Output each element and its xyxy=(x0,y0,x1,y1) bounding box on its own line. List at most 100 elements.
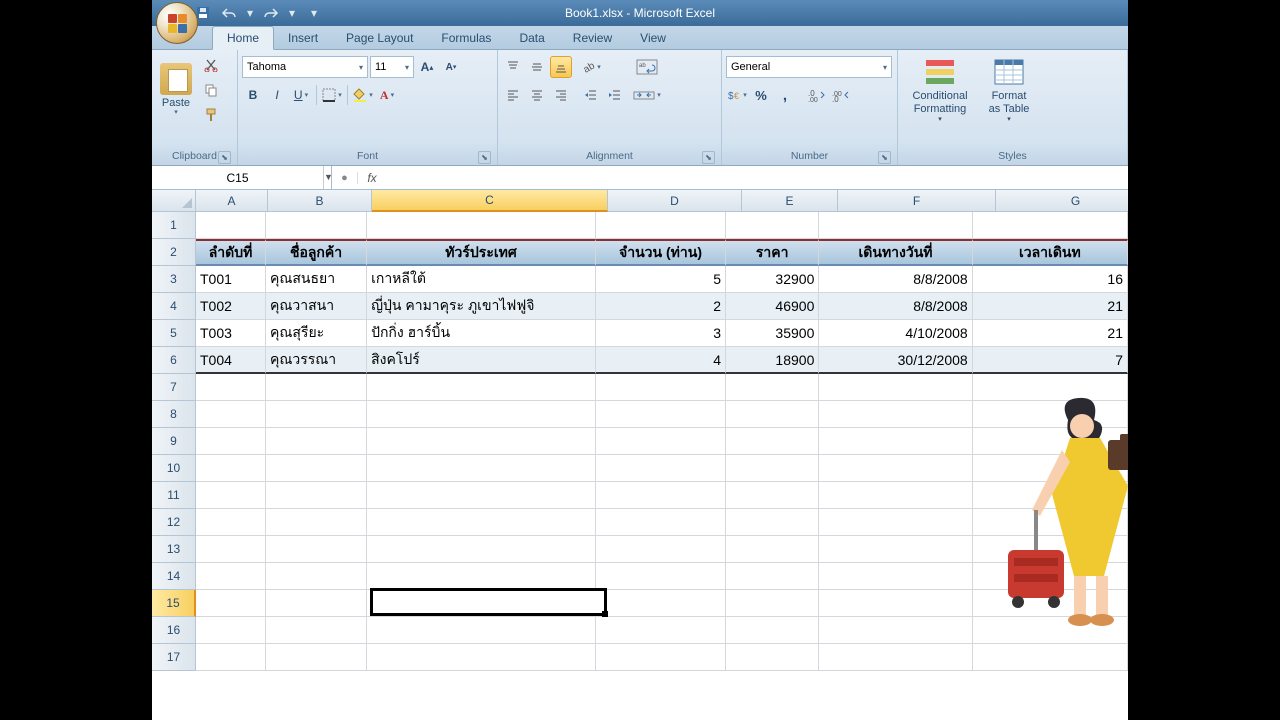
row-header[interactable]: 11 xyxy=(152,482,196,509)
cell[interactable]: 35900 xyxy=(726,320,819,347)
cell[interactable]: 2 xyxy=(596,293,726,320)
cell[interactable] xyxy=(367,509,596,536)
cell[interactable] xyxy=(367,482,596,509)
cell[interactable]: ญี่ปุ่น คามาคุระ ภูเขาไฟฟูจิ xyxy=(367,293,596,320)
cell[interactable] xyxy=(973,536,1128,563)
cell[interactable] xyxy=(973,212,1128,239)
row-header[interactable]: 14 xyxy=(152,563,196,590)
cell[interactable] xyxy=(819,374,972,401)
tab-view[interactable]: View xyxy=(626,27,680,49)
cell[interactable] xyxy=(726,455,819,482)
tab-review[interactable]: Review xyxy=(559,27,626,49)
cell[interactable]: 3 xyxy=(596,320,726,347)
cell[interactable] xyxy=(266,374,367,401)
shrink-font-icon[interactable]: A▾ xyxy=(440,56,462,78)
fill-color-icon[interactable] xyxy=(352,84,374,106)
cell[interactable] xyxy=(266,509,367,536)
cell[interactable] xyxy=(726,428,819,455)
font-size-select[interactable]: 11▾ xyxy=(370,56,414,78)
cell[interactable] xyxy=(819,536,972,563)
col-header-C[interactable]: C xyxy=(372,190,608,212)
row-header[interactable]: 6 xyxy=(152,347,196,374)
cell[interactable] xyxy=(973,401,1128,428)
cell[interactable] xyxy=(196,536,266,563)
office-button[interactable] xyxy=(156,2,198,44)
cell[interactable] xyxy=(819,401,972,428)
cell[interactable]: คุณวรรณา xyxy=(266,347,367,374)
tab-home[interactable]: Home xyxy=(212,26,274,50)
col-header-A[interactable]: A xyxy=(196,190,268,212)
cell[interactable] xyxy=(367,590,596,617)
cell[interactable] xyxy=(726,374,819,401)
formula-input[interactable] xyxy=(386,171,1128,185)
cell[interactable]: คุณสุรียะ xyxy=(266,320,367,347)
underline-button[interactable]: U xyxy=(290,84,312,106)
cell[interactable] xyxy=(819,455,972,482)
cell[interactable] xyxy=(266,617,367,644)
col-header-D[interactable]: D xyxy=(608,190,742,212)
accounting-format-icon[interactable]: $€ xyxy=(726,84,748,106)
cell[interactable] xyxy=(266,644,367,671)
comma-icon[interactable]: , xyxy=(774,84,796,106)
cell[interactable] xyxy=(266,455,367,482)
cell[interactable] xyxy=(596,509,726,536)
cell[interactable] xyxy=(367,617,596,644)
orientation-icon[interactable]: ab xyxy=(580,56,602,78)
cell[interactable]: ชื่อลูกค้า xyxy=(266,239,367,266)
align-center-icon[interactable] xyxy=(526,84,548,106)
cell[interactable]: T003 xyxy=(196,320,266,347)
cell[interactable] xyxy=(973,428,1128,455)
cell[interactable] xyxy=(819,590,972,617)
cell[interactable] xyxy=(367,428,596,455)
cell[interactable] xyxy=(196,374,266,401)
align-right-icon[interactable] xyxy=(550,84,572,106)
cell[interactable] xyxy=(266,212,367,239)
font-color-icon[interactable]: A xyxy=(376,84,398,106)
cell[interactable] xyxy=(726,590,819,617)
cells-area[interactable]: ลำดับที่ชื่อลูกค้าทัวร์ประเทศจำนวน (ท่าน… xyxy=(196,212,1128,720)
cell[interactable] xyxy=(819,644,972,671)
cell[interactable]: ปักกิ่ง ฮาร์บิ้น xyxy=(367,320,596,347)
cell[interactable] xyxy=(596,212,726,239)
cell[interactable] xyxy=(196,455,266,482)
row-header[interactable]: 17 xyxy=(152,644,196,671)
cell[interactable] xyxy=(196,509,266,536)
merge-center-icon[interactable] xyxy=(632,84,662,106)
align-middle-icon[interactable] xyxy=(526,56,548,78)
cancel-formula-icon[interactable]: ● xyxy=(332,172,358,184)
cell[interactable]: 8/8/2008 xyxy=(819,293,972,320)
qat-customize-icon[interactable]: ▾ xyxy=(308,3,320,23)
cell[interactable] xyxy=(819,428,972,455)
clipboard-dialog-icon[interactable]: ⬊ xyxy=(218,151,231,164)
cell[interactable]: T002 xyxy=(196,293,266,320)
cell[interactable] xyxy=(196,212,266,239)
cell[interactable] xyxy=(726,482,819,509)
tab-page-layout[interactable]: Page Layout xyxy=(332,27,427,49)
tab-data[interactable]: Data xyxy=(505,27,558,49)
cell[interactable]: T001 xyxy=(196,266,266,293)
row-header[interactable]: 4 xyxy=(152,293,196,320)
cell[interactable] xyxy=(196,644,266,671)
tab-insert[interactable]: Insert xyxy=(274,27,332,49)
cell[interactable] xyxy=(367,563,596,590)
cell[interactable] xyxy=(726,212,819,239)
paste-button[interactable]: Paste ▾ xyxy=(156,52,196,128)
cell[interactable] xyxy=(973,509,1128,536)
undo-dropdown-icon[interactable]: ▾ xyxy=(244,3,256,23)
cell[interactable]: 46900 xyxy=(726,293,819,320)
cell[interactable]: เวลาเดินท xyxy=(973,239,1128,266)
cut-icon[interactable] xyxy=(200,54,222,76)
cell[interactable]: 18900 xyxy=(726,347,819,374)
cell[interactable] xyxy=(973,617,1128,644)
cell[interactable] xyxy=(367,455,596,482)
cell[interactable] xyxy=(973,590,1128,617)
cell[interactable] xyxy=(367,212,596,239)
cell[interactable] xyxy=(596,374,726,401)
tab-formulas[interactable]: Formulas xyxy=(427,27,505,49)
cell[interactable] xyxy=(196,563,266,590)
align-left-icon[interactable] xyxy=(502,84,524,106)
row-header[interactable]: 13 xyxy=(152,536,196,563)
row-header[interactable]: 2 xyxy=(152,239,196,266)
cell[interactable]: 8/8/2008 xyxy=(819,266,972,293)
cell[interactable] xyxy=(973,563,1128,590)
